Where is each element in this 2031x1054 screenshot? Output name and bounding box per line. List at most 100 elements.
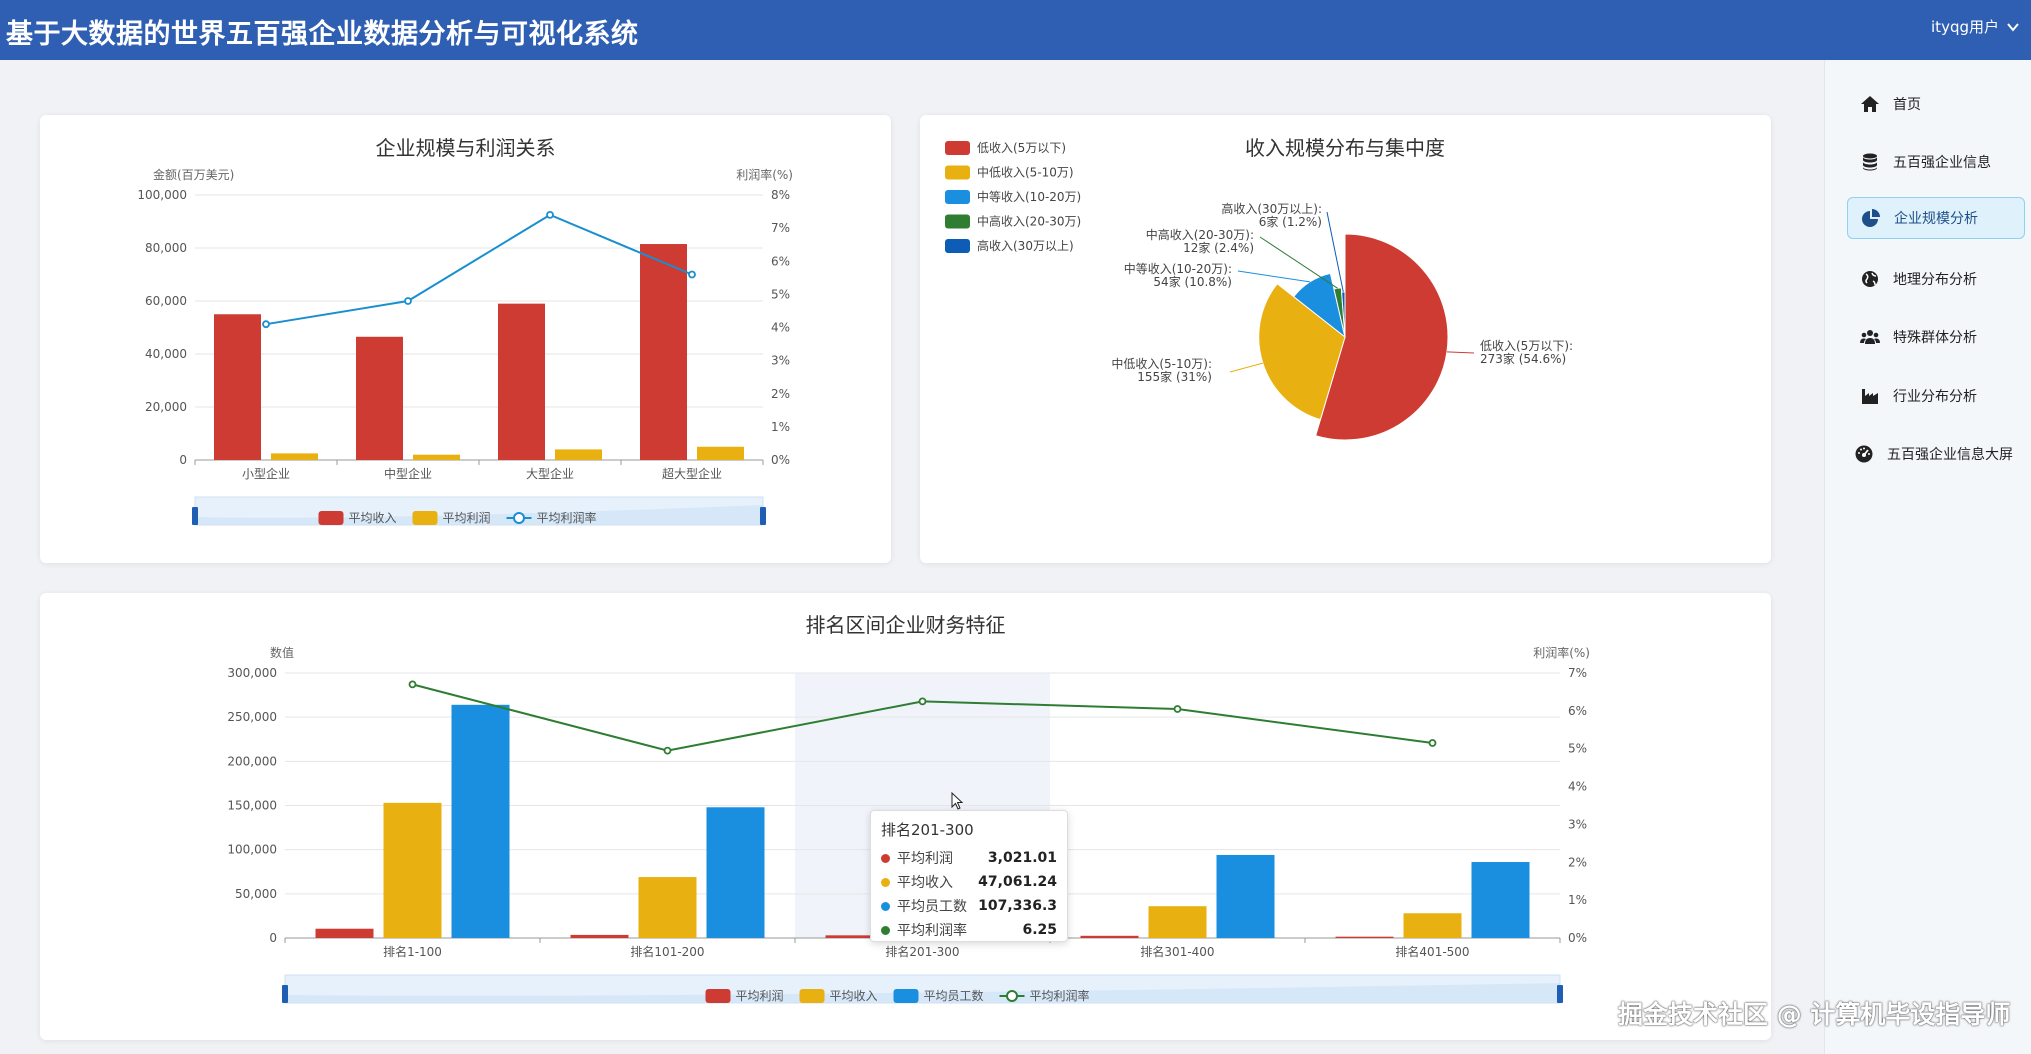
bar <box>315 928 374 938</box>
income-distribution-card: 收入规模分布与集中度 低收入(5万以下) 中低收入(5-10万) 中等收入(10-20… <box>920 115 1771 563</box>
y2-tick-label: 8% <box>771 188 790 202</box>
x-tick-label: 排名401-500 <box>1395 944 1469 959</box>
sidebar-item-companies[interactable]: 五百强企业信息 <box>1847 141 2025 183</box>
line-point <box>408 680 417 689</box>
y2-tick-label: 1% <box>771 420 790 434</box>
y-tick-label: 40,000 <box>145 347 187 361</box>
bar <box>1080 935 1139 938</box>
y-axis-label: 金额(百万美元) <box>153 167 234 182</box>
sidebar-item-label: 首页 <box>1893 97 1921 113</box>
tooltip-value: 3,021.01 <box>987 850 1057 866</box>
bar <box>697 446 744 460</box>
legend-swatch <box>318 511 344 525</box>
y2-axis-label: 利润率(%) <box>736 167 793 182</box>
home-icon <box>1859 93 1881 115</box>
tooltip-title: 排名201-300 <box>881 821 974 839</box>
datazoom-handle-left <box>282 985 288 1003</box>
bar <box>413 454 460 460</box>
series-dot <box>881 925 890 935</box>
tooltip-label: 平均利润率 <box>897 923 967 939</box>
x-tick-label: 排名301-400 <box>1140 944 1214 959</box>
users-icon <box>1859 326 1881 348</box>
line-point <box>663 746 672 755</box>
tooltip-value: 6.25 <box>1022 922 1057 938</box>
legend-label: 平均收入 <box>349 511 397 525</box>
slice-label: 中高收入(20-30万): <box>1146 227 1254 242</box>
pie-chart-icon <box>1860 207 1882 229</box>
legend-label: 平均收入 <box>830 989 878 1003</box>
sidebar-item-label: 五百强企业信息大屏 <box>1887 447 2013 463</box>
y2-tick-label: 7% <box>1568 666 1587 680</box>
x-tick-label: 中型企业 <box>384 466 432 481</box>
bar <box>640 244 687 460</box>
sidebar-item-home[interactable]: 首页 <box>1847 83 2025 125</box>
legend-label: 平均利润率 <box>537 510 597 525</box>
x-tick-label: 超大型企业 <box>662 466 722 481</box>
legend-swatch <box>705 989 731 1003</box>
y-tick-label: 200,000 <box>227 754 277 768</box>
bar <box>1216 854 1275 938</box>
y-axis-label: 数值 <box>270 645 294 660</box>
y2-tick-label: 4% <box>1568 780 1587 794</box>
legend-label: 中高收入(20-30万) <box>977 214 1081 229</box>
slice-label: 低收入(5万以下): <box>1480 339 1573 353</box>
database-icon <box>1859 151 1881 173</box>
sidebar-item-label: 行业分布分析 <box>1893 389 1977 405</box>
slice-label: 54家 (10.8%) <box>1153 274 1232 289</box>
slice-label: 中低收入(5-10万): <box>1111 356 1212 371</box>
series-dot <box>881 901 890 911</box>
series-dot <box>881 877 890 887</box>
y-tick-label: 60,000 <box>145 294 187 308</box>
y-tick-label: 300,000 <box>227 666 277 680</box>
bar <box>706 807 765 938</box>
income-distribution-chart: 收入规模分布与集中度 低收入(5万以下) 中低收入(5-10万) 中等收入(10-20… <box>945 136 1573 441</box>
line-point <box>1428 739 1437 747</box>
bar <box>1148 906 1207 938</box>
datazoom-handle-left <box>192 507 198 525</box>
sidebar-item-dashboard[interactable]: 五百强企业信息大屏 <box>1847 433 2025 475</box>
user-name: ityqg用户 <box>1931 18 1999 36</box>
legend-swatch <box>945 214 970 229</box>
sidebar-item-special-groups[interactable]: 特殊群体分析 <box>1847 316 2025 358</box>
app-title: 基于大数据的世界五百强企业数据分析与可视化系统 <box>6 19 639 50</box>
legend-swatch <box>799 989 825 1003</box>
tooltip-label: 平均利润 <box>897 851 953 867</box>
bar <box>214 314 261 460</box>
y2-tick-label: 4% <box>771 321 790 335</box>
legend-swatch <box>513 512 525 524</box>
bar <box>498 303 545 460</box>
label-leader <box>1237 270 1311 283</box>
x-tick-label: 排名101-200 <box>630 944 704 959</box>
y-tick-label: 150,000 <box>227 799 277 813</box>
sidebar-item-geo-analysis[interactable]: 地理分布分析 <box>1847 258 2025 300</box>
tooltip-label: 平均员工数 <box>897 899 967 915</box>
y2-tick-label: 3% <box>1568 817 1587 831</box>
sidebar-item-label: 特殊群体分析 <box>1893 330 1977 346</box>
legend-label: 平均员工数 <box>924 988 984 1003</box>
line-point <box>546 210 554 219</box>
y2-tick-label: 5% <box>1568 742 1587 756</box>
line-point <box>688 270 696 279</box>
line-point <box>262 320 270 329</box>
bar <box>356 336 403 460</box>
y-tick-label: 20,000 <box>145 400 187 414</box>
app-header: 基于大数据的世界五百强企业数据分析与可视化系统 ityqg用户 <box>0 0 2031 60</box>
chart-tooltip: 排名201-300 平均利润 3,021.01 平均收入 47,061.24 平… <box>870 810 1068 942</box>
y2-tick-label: 3% <box>771 354 790 368</box>
y2-tick-label: 5% <box>771 287 790 301</box>
bar <box>1471 862 1530 938</box>
y-tick-label: 250,000 <box>227 710 277 724</box>
x-tick-label: 小型企业 <box>242 466 290 481</box>
series-dot <box>881 853 890 863</box>
user-menu[interactable]: ityqg用户 <box>1931 16 2021 37</box>
slice-label: 273家 (54.6%) <box>1480 351 1566 366</box>
legend-swatch <box>945 165 970 180</box>
tooltip-label: 平均收入 <box>897 875 953 891</box>
y-tick-label: 100,000 <box>227 843 277 857</box>
sidebar-item-industry[interactable]: 行业分布分析 <box>1847 375 2025 417</box>
slice-label: 6家 (1.2%) <box>1259 214 1322 229</box>
tooltip-row: 平均利润 3,021.01 <box>881 846 1057 870</box>
y-tick-label: 100,000 <box>137 188 187 202</box>
bar <box>570 934 629 938</box>
sidebar-item-scale-analysis[interactable]: 企业规模分析 <box>1847 197 2025 239</box>
